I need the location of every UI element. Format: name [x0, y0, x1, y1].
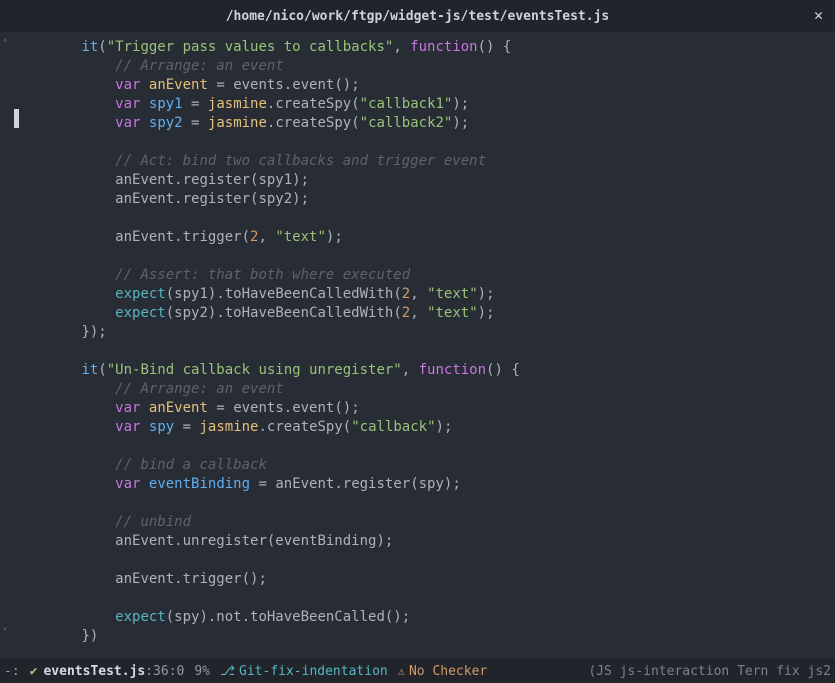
- code-content[interactable]: it("Trigger pass values to callbacks", f…: [0, 38, 835, 646]
- modeline-modes: (JS js-interaction Tern fix js2: [588, 664, 831, 679]
- window-title: /home/nico/work/ftgp/widget-js/test/even…: [226, 9, 610, 24]
- scroll-down-arrow: ▾: [2, 624, 8, 635]
- window-titlebar: /home/nico/work/ftgp/widget-js/test/even…: [0, 0, 835, 32]
- modeline-modified: -:: [4, 664, 20, 679]
- check-icon: ✔: [30, 664, 38, 679]
- editor-area[interactable]: ▴ it("Trigger pass values to callbacks",…: [0, 32, 835, 659]
- warning-icon: ⚠: [398, 664, 405, 678]
- scroll-up-arrow: ▴: [2, 34, 8, 45]
- modeline-position: :36:0: [145, 664, 184, 679]
- modeline-checker: No Checker: [409, 664, 487, 679]
- modeline: -: ✔ eventsTest.js:36:0 9% ⎇ Git-fix-ind…: [0, 659, 835, 683]
- modeline-filename: eventsTest.js: [43, 664, 145, 679]
- git-branch-icon: ⎇: [220, 664, 235, 679]
- modeline-git-branch: Git-fix-indentation: [239, 664, 388, 679]
- close-icon[interactable]: ✕: [814, 6, 823, 24]
- modeline-percent: 9%: [194, 664, 210, 679]
- text-cursor: [14, 109, 19, 128]
